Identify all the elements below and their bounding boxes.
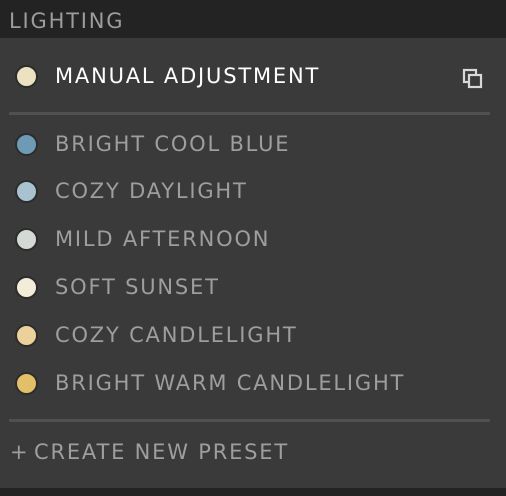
preset-label: COZY DAYLIGHT: [55, 179, 248, 203]
preset-label: BRIGHT WARM CANDLELIGHT: [55, 371, 406, 395]
panel-title: LIGHTING: [9, 9, 125, 33]
preset-item-cozy-daylight[interactable]: COZY DAYLIGHT: [0, 169, 506, 213]
panel-header: LIGHTING: [0, 0, 506, 38]
create-new-preset-label: CREATE NEW PRESET: [34, 440, 289, 464]
preset-label: SOFT SUNSET: [55, 275, 220, 299]
preset-item-mild-afternoon[interactable]: MILD AFTERNOON: [0, 217, 506, 261]
divider: [9, 419, 490, 422]
preset-item-bright-cool-blue[interactable]: BRIGHT COOL BLUE: [0, 121, 506, 165]
preset-color-swatch: [15, 372, 38, 395]
preset-label: MILD AFTERNOON: [55, 227, 271, 251]
preset-item-soft-sunset[interactable]: SOFT SUNSET: [0, 265, 506, 309]
preset-item-bright-warm-candlelight[interactable]: BRIGHT WARM CANDLELIGHT: [0, 361, 506, 405]
preset-label: BRIGHT COOL BLUE: [55, 132, 291, 156]
divider: [9, 112, 490, 115]
preset-color-swatch: [15, 324, 38, 347]
preset-color-swatch: [15, 276, 38, 299]
manual-adjustment-item[interactable]: MANUAL ADJUSTMENT: [0, 54, 506, 98]
create-new-preset-button[interactable]: + CREATE NEW PRESET: [0, 432, 506, 472]
manual-color-swatch: [15, 65, 38, 88]
preset-label: COZY CANDLELIGHT: [55, 323, 298, 347]
preset-color-swatch: [15, 228, 38, 251]
panel-footer-bar: [0, 488, 506, 496]
copy-icon[interactable]: [460, 66, 486, 92]
plus-icon: +: [10, 440, 28, 464]
manual-adjustment-label: MANUAL ADJUSTMENT: [55, 64, 321, 88]
preset-color-swatch: [15, 180, 38, 203]
preset-color-swatch: [15, 133, 38, 156]
preset-item-cozy-candlelight[interactable]: COZY CANDLELIGHT: [0, 313, 506, 357]
